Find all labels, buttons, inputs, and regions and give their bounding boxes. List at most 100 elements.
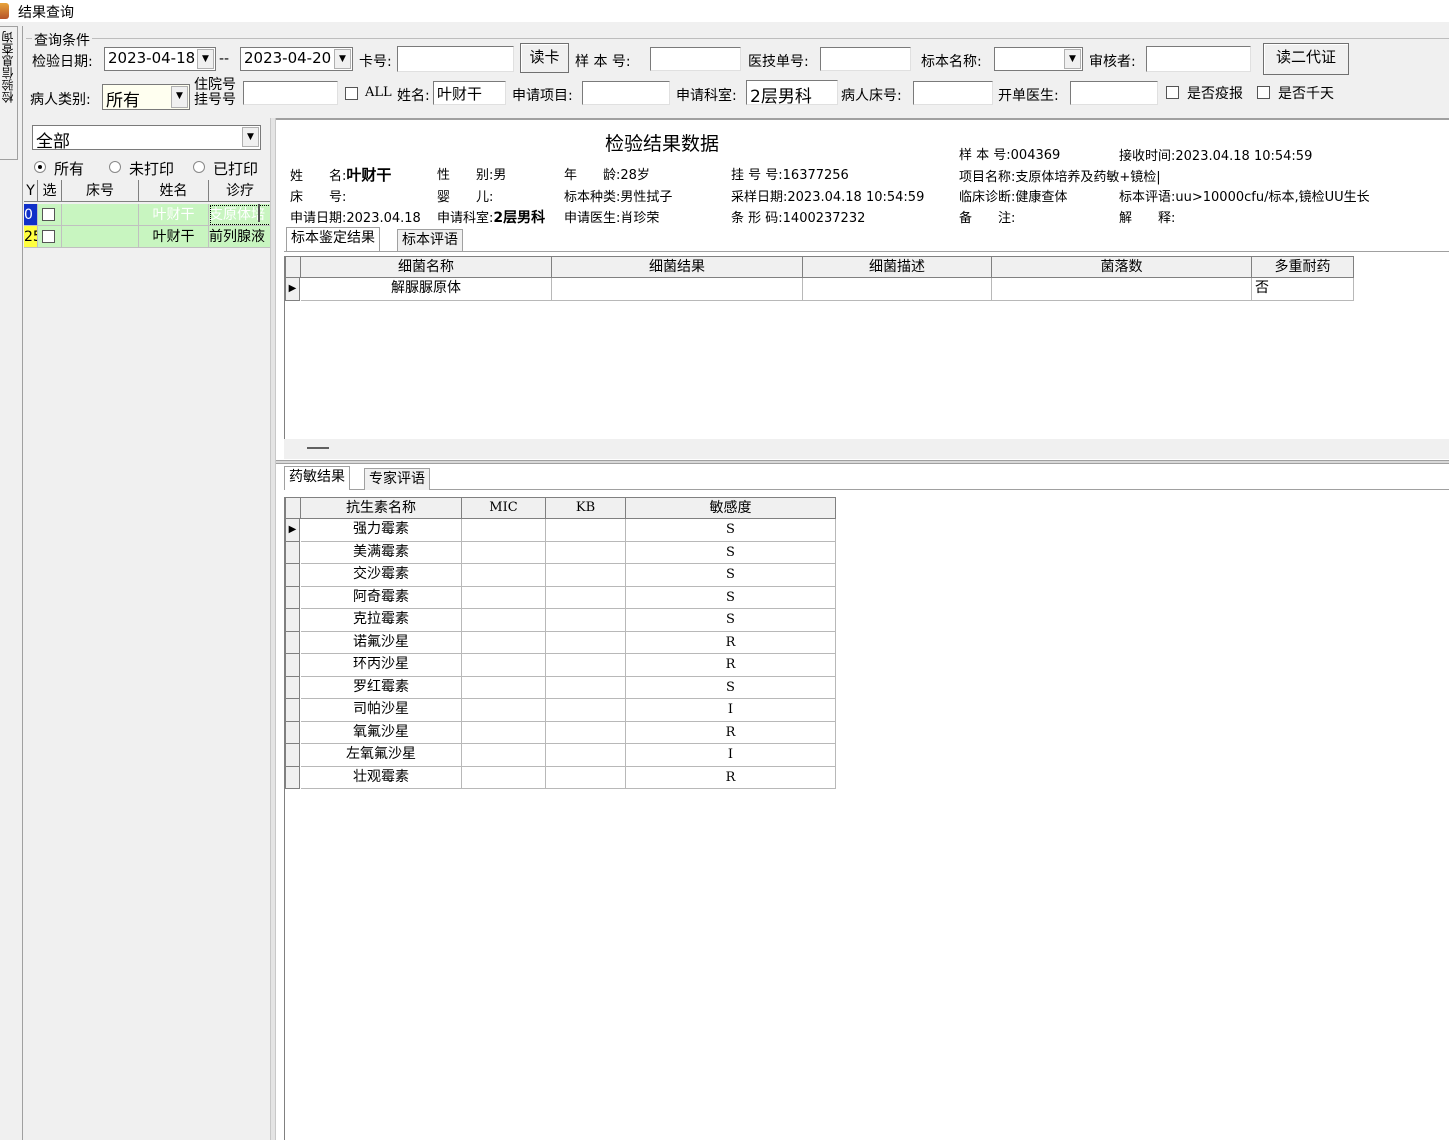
col-header-bacteria-desc[interactable]: 细菌描述 (803, 256, 992, 278)
specimen-name-select[interactable]: ▼ (994, 47, 1083, 71)
row-indicator (285, 766, 300, 789)
read-card-button[interactable]: 读卡 (520, 43, 569, 73)
info-receive-time-label: 接收时间: (1119, 149, 1176, 164)
col-header-sensitivity[interactable]: 敏感度 (626, 497, 836, 519)
window-title: 结果查询 (18, 5, 74, 21)
chevron-down-icon[interactable]: ▼ (171, 86, 188, 108)
info-specimen-type-label: 标本种类: (564, 190, 621, 205)
info-infant-label: 婴 儿: (437, 190, 494, 205)
patient-type-select[interactable]: 所有 ▼ (102, 84, 190, 110)
col-header-kb[interactable]: KB (546, 497, 626, 519)
epidemic-label: 是否疫报 (1187, 86, 1243, 102)
patient-type-label: 病人类别: (30, 92, 91, 108)
row-name: 叶财干 (139, 204, 209, 226)
chevron-down-icon[interactable]: ▼ (197, 49, 214, 69)
vertical-tab-query[interactable]: 检验信息查询 (0, 26, 18, 160)
info-reg-no-value: 16377256 (782, 168, 849, 183)
epidemic-checkbox[interactable] (1166, 86, 1179, 99)
cell-kb (546, 699, 626, 722)
info-project: 项目名称:支原体培养及药敏+镜检| (959, 166, 1161, 185)
request-dept-input[interactable]: 2层男科 (746, 80, 838, 105)
info-specimen-type-value: 男性拭子 (620, 190, 673, 205)
row-indicator (285, 699, 300, 722)
bed-no-input[interactable] (913, 81, 993, 105)
current-row-icon: ▶ (285, 519, 300, 542)
bacteria-grid[interactable]: 细菌名称 细菌结果 细菌描述 菌落数 多重耐药 ▶ 解脲脲原体 否 (284, 256, 1449, 439)
tab-drug-sensitivity[interactable]: 药敏结果 (284, 466, 350, 490)
row-checkbox[interactable] (42, 208, 55, 221)
info-apply-date-label: 申请日期: (290, 211, 347, 226)
reviewer-input[interactable] (1146, 46, 1251, 72)
info-name-label: 姓 名: (290, 169, 347, 184)
info-comment-label: 标本评语: (1119, 190, 1176, 205)
radio-printed[interactable] (193, 161, 205, 173)
tech-no-input[interactable] (820, 47, 911, 71)
row-indicator (285, 586, 300, 609)
col-header-mdr[interactable]: 多重耐药 (1252, 256, 1354, 278)
col-header-mic[interactable]: MIC (462, 497, 546, 519)
col-header-bed[interactable]: 床号 (62, 180, 139, 202)
doctor-input[interactable] (1070, 81, 1158, 105)
row-checkbox[interactable] (42, 230, 55, 243)
name-input[interactable]: 叶财干 (433, 81, 506, 105)
chevron-down-icon[interactable]: ▼ (1064, 49, 1081, 69)
info-age-label: 年 龄: (564, 168, 621, 183)
scroll-thumb[interactable] (307, 447, 329, 449)
chevron-down-icon[interactable]: ▼ (242, 127, 259, 147)
col-header-bacteria-result[interactable]: 细菌结果 (552, 256, 803, 278)
cell-sensitivity: S (626, 586, 836, 609)
cell-sensitivity: S (626, 609, 836, 632)
radio-unprinted[interactable] (109, 161, 121, 173)
date-to-picker[interactable]: 2023-04-20 ▼ (240, 47, 353, 71)
info-sex-label: 性 别: (437, 168, 494, 183)
all-checkbox[interactable] (345, 87, 358, 100)
vertical-tab-label: 检验信息查询 (1, 31, 15, 103)
cell-bacteria-result (552, 278, 803, 301)
card-input[interactable] (397, 46, 514, 72)
cell-kb (546, 744, 626, 767)
info-infant: 婴 儿: (437, 186, 493, 205)
title-bar: 结果查询 (0, 0, 1449, 22)
cell-antibiotic-name: 环丙沙星 (301, 654, 462, 677)
inpatient-input[interactable] (243, 81, 338, 105)
col-header-diag[interactable]: 诊疗 (209, 180, 272, 202)
read-id-button[interactable]: 读二代证 (1263, 43, 1349, 75)
horizontal-splitter[interactable] (276, 460, 1449, 464)
cell-sensitivity: R (626, 766, 836, 789)
cell-bacteria-desc (803, 278, 992, 301)
cell-mic (462, 609, 546, 632)
col-header-name[interactable]: 姓名 (139, 180, 209, 202)
list-item[interactable]: 25 叶财干 前列腺液 (24, 226, 272, 248)
request-item-input[interactable] (582, 81, 670, 105)
tab-specimen-comment[interactable]: 标本评语 (397, 229, 463, 251)
current-row-icon: ▶ (285, 278, 300, 301)
info-apply-dept-value: 2层男科 (493, 210, 546, 226)
info-specimen-type: 标本种类:男性拭子 (564, 186, 672, 205)
col-header-select[interactable]: 选 (38, 180, 62, 202)
col-header-colony-count[interactable]: 菌落数 (992, 256, 1252, 278)
thousand-days-checkbox[interactable] (1257, 86, 1270, 99)
filter-select[interactable]: 全部 ▼ (32, 125, 261, 150)
col-header-bacteria-name[interactable]: 细菌名称 (301, 256, 552, 278)
antibiotic-grid[interactable]: 抗生素名称 MIC KB 敏感度 ▶ 强力霉素 S 美满霉素 S 交沙霉素 S 阿奇霉素 S 克拉… (284, 497, 1449, 1140)
cell-antibiotic-name: 罗红霉素 (301, 676, 462, 699)
left-panel (24, 118, 270, 1140)
col-header-y[interactable]: Y (24, 180, 38, 202)
tab-specimen-identification[interactable]: 标本鉴定结果 (286, 227, 380, 251)
info-remark: 备 注: (959, 207, 1015, 226)
cell-antibiotic-name: 左氧氟沙星 (301, 744, 462, 767)
row-diag: 前列腺液 (209, 226, 272, 248)
cell-mic (462, 766, 546, 789)
chevron-down-icon[interactable]: ▼ (334, 49, 351, 69)
list-item[interactable]: 0 叶财干 支原体培 (24, 204, 272, 226)
horizontal-scrollbar[interactable] (284, 439, 1449, 459)
info-remark-label: 备 注: (959, 211, 1016, 226)
cell-kb (546, 564, 626, 587)
radio-all[interactable] (34, 161, 46, 173)
sample-no-input[interactable] (650, 47, 741, 71)
cell-kb (546, 541, 626, 564)
col-header-antibiotic-name[interactable]: 抗生素名称 (301, 497, 462, 519)
date-from-picker[interactable]: 2023-04-18 ▼ (104, 47, 216, 71)
tab-strip-line (284, 489, 1449, 490)
tab-expert-comment[interactable]: 专家评语 (364, 468, 430, 490)
